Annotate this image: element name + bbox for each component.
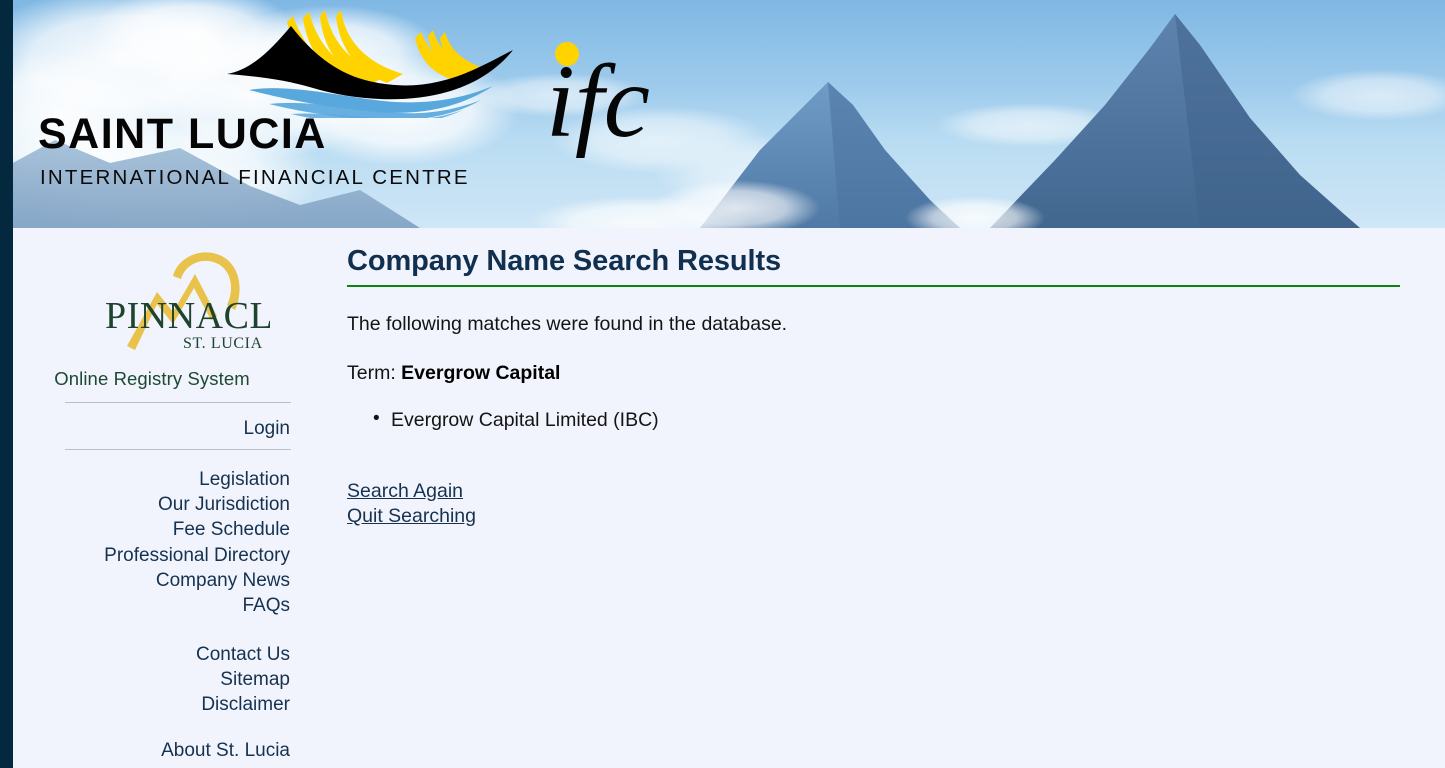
sidebar-divider-bottom [65,449,291,450]
action-links: Search Again Quit Searching [347,433,1407,529]
content-area: PINNACLE ST. LUCIA Online Registry Syste… [0,228,1445,768]
main-content: Company Name Search Results The followin… [347,228,1407,529]
logo-subtitle: INTERNATIONAL FINANCIAL CENTRE [40,166,470,189]
sidebar-nav-secondary: Contact Us Sitemap Disclaimer [13,642,291,718]
sidebar-item-fee-schedule[interactable]: Fee Schedule [13,517,290,542]
quit-searching-link[interactable]: Quit Searching [347,504,476,529]
sidebar-item-faqs[interactable]: FAQs [13,593,290,618]
search-again-link[interactable]: Search Again [347,479,463,504]
sidebar-item-disclaimer[interactable]: Disclaimer [13,692,290,717]
sidebar-item-about-st-lucia[interactable]: About St. Lucia [13,738,290,763]
intro-text: The following matches were found in the … [347,313,788,335]
svg-text:PINNACLE: PINNACLE [105,295,270,337]
sidebar-divider-top [65,402,291,403]
sidebar-item-login[interactable]: Login [13,416,291,441]
sidebar-nav-primary: Legislation Our Jurisdiction Fee Schedul… [13,467,291,618]
results-list: Evergrow Capital Limited (IBC) [347,385,1407,433]
sidebar-item-login-label[interactable]: Login [13,416,291,441]
site-banner: ifc SAINT LUCIA INTERNATIONAL FINANCIAL … [0,0,1445,228]
pinnacle-logo-icon: PINNACLE ST. LUCIA [105,252,270,352]
sidebar: PINNACLE ST. LUCIA Online Registry Syste… [13,228,291,768]
sidebar-item-sitemap[interactable]: Sitemap [13,667,290,692]
svg-text:ST. LUCIA: ST. LUCIA [183,335,263,352]
list-item: Evergrow Capital Limited (IBC) [373,406,1407,433]
sidebar-item-company-news[interactable]: Company News [13,568,290,593]
sidebar-item-professional-directory[interactable]: Professional Directory [13,543,290,568]
sidebar-item-our-jurisdiction[interactable]: Our Jurisdiction [13,492,290,517]
search-term-label: Term: [347,362,396,384]
left-edge-rail [0,0,13,768]
search-term-value: Evergrow Capital [401,362,561,384]
page-title: Company Name Search Results [347,245,782,277]
svg-text:ifc: ifc [546,44,650,159]
sidebar-nav-tertiary: About St. Lucia [13,738,291,763]
logo-title: SAINT LUCIA [38,110,327,158]
logo-sun-mountain-wave-icon [227,10,513,118]
ifc-wordmark-icon: ifc [546,42,650,159]
saint-lucia-ifc-logo: ifc SAINT LUCIA INTERNATIONAL FINANCIAL … [30,8,650,189]
search-term-line: Term: Evergrow Capital [347,336,1407,385]
online-registry-system-label: Online Registry System [54,368,250,389]
sidebar-item-legislation[interactable]: Legislation [13,467,290,492]
page-root: ifc SAINT LUCIA INTERNATIONAL FINANCIAL … [0,0,1445,768]
sidebar-item-contact-us[interactable]: Contact Us [13,642,290,667]
